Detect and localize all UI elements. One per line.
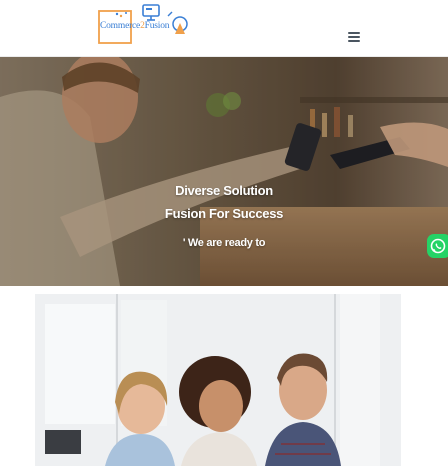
hamburger-menu-icon[interactable]	[348, 32, 361, 43]
whatsapp-icon	[430, 238, 446, 254]
hero-banner: Diverse Solution Fusion For Success ' We…	[0, 57, 448, 286]
hero-background-image	[0, 57, 448, 286]
logo-wordmark: Commerce2Fusion	[100, 21, 170, 31]
whatsapp-button[interactable]	[427, 234, 448, 258]
team-photo	[35, 294, 401, 466]
site-header: Commerce2Fusion	[0, 0, 448, 57]
hero-heading-line-1: Diverse Solution	[175, 183, 273, 198]
hero-tagline: ' We are ready to	[182, 237, 266, 249]
hero-heading-line-2: Fusion For Success	[164, 206, 284, 221]
commerce2fusion-logo[interactable]: Commerce2Fusion	[98, 4, 192, 46]
team-photo-image	[35, 294, 401, 466]
